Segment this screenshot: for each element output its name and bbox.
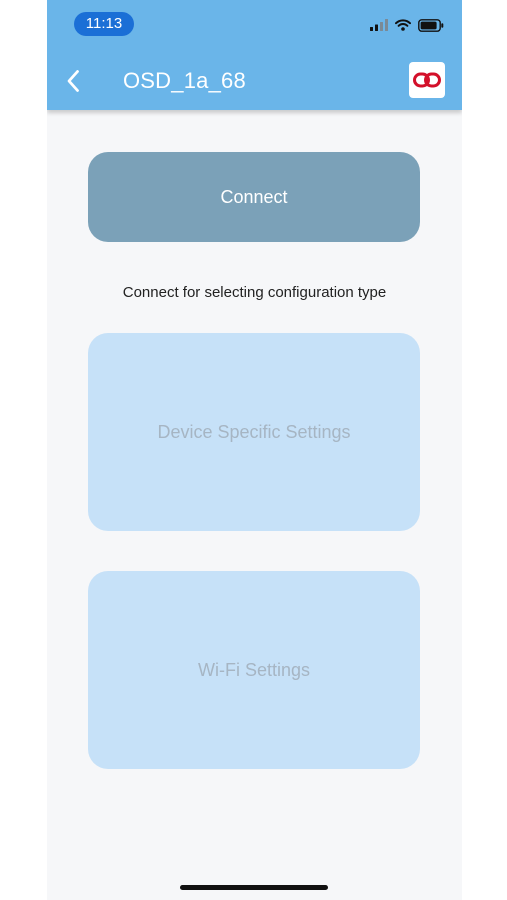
app-header: 11:13 OSD_1a_68	[47, 0, 462, 110]
wifi-settings-button[interactable]: Wi-Fi Settings	[88, 571, 420, 769]
page-title: OSD_1a_68	[123, 68, 246, 93]
app-screen: 11:13 OSD_1a_68 Connect Connect for sele…	[47, 0, 462, 900]
status-time: 11:13	[74, 12, 134, 36]
home-indicator	[180, 885, 328, 890]
link-button[interactable]	[409, 62, 445, 98]
connect-hint-text: Connect for selecting configuration type	[122, 284, 387, 301]
cellular-signal-icon	[370, 19, 388, 31]
chevron-left-icon	[67, 70, 79, 92]
device-specific-settings-button[interactable]: Device Specific Settings	[88, 333, 420, 531]
battery-icon	[418, 18, 444, 32]
connect-button[interactable]: Connect	[88, 152, 420, 242]
link-icon	[413, 72, 441, 88]
back-button[interactable]	[59, 66, 87, 96]
status-icons	[370, 17, 444, 33]
wifi-icon	[395, 19, 411, 31]
